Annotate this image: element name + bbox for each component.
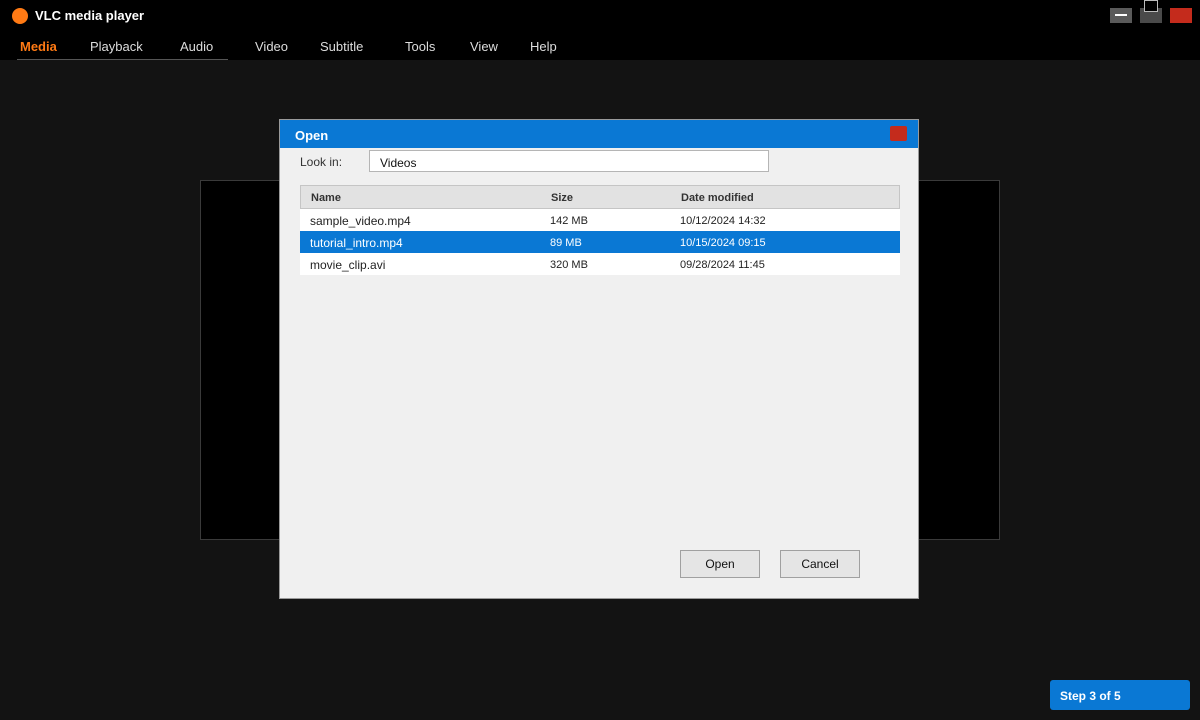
maximize-button[interactable]	[1140, 0, 1162, 23]
file-size: 142 MB	[550, 215, 588, 227]
menu-playback[interactable]: Playback	[90, 39, 143, 54]
menu-audio[interactable]: Audio	[180, 39, 213, 54]
open-dialog: Open Look in: Videos Name Size Date modi…	[279, 119, 919, 599]
column-header-name[interactable]: Name	[311, 192, 341, 204]
file-size: 320 MB	[550, 259, 588, 271]
menu-tools[interactable]: Tools	[405, 39, 435, 54]
step-label: Step 3 of 5	[1060, 689, 1121, 703]
column-header-date[interactable]: Date modified	[681, 192, 754, 204]
app-title: VLC media player	[35, 8, 145, 23]
file-name: movie_clip.avi	[310, 258, 386, 272]
file-date: 09/28/2024 11:45	[680, 259, 765, 271]
menu-subtitle[interactable]: Subtitle	[320, 39, 363, 54]
dialog-close-button[interactable]	[890, 126, 907, 141]
step-indicator: Step 3 of 5	[1050, 680, 1190, 710]
dialog-title: Open	[295, 128, 329, 143]
window-close-button[interactable]	[1170, 8, 1192, 23]
look-in-field[interactable]: Videos	[369, 150, 769, 172]
minimize-button[interactable]	[1110, 8, 1132, 23]
look-in-label: Look in:	[300, 155, 343, 169]
menu-divider	[17, 59, 228, 60]
file-name: sample_video.mp4	[310, 214, 411, 228]
app-titlebar: VLC media player	[0, 0, 1200, 32]
menu-bar: Media Playback Audio Video Subtitle Tool…	[0, 32, 1200, 60]
file-row[interactable]: movie_clip.avi 320 MB 09/28/2024 11:45	[300, 253, 900, 275]
vlc-cone-icon	[12, 8, 28, 24]
file-row-selected[interactable]: tutorial_intro.mp4 89 MB 10/15/2024 09:1…	[300, 231, 900, 253]
menu-view[interactable]: View	[470, 39, 498, 54]
file-size: 89 MB	[550, 237, 582, 249]
file-list: Name Size Date modified sample_video.mp4…	[300, 185, 900, 275]
open-button[interactable]: Open	[680, 550, 760, 578]
file-list-header: Name Size Date modified	[300, 185, 900, 209]
cancel-button[interactable]: Cancel	[780, 550, 860, 578]
menu-media[interactable]: Media	[20, 39, 57, 54]
dialog-titlebar: Open	[280, 120, 918, 148]
file-name: tutorial_intro.mp4	[310, 236, 403, 250]
file-date: 10/15/2024 09:15	[680, 237, 766, 249]
menu-help[interactable]: Help	[530, 39, 557, 54]
file-row[interactable]: sample_video.mp4 142 MB 10/12/2024 14:32	[300, 209, 900, 231]
column-header-size[interactable]: Size	[551, 192, 573, 204]
menu-video[interactable]: Video	[255, 39, 288, 54]
file-date: 10/12/2024 14:32	[680, 215, 766, 227]
